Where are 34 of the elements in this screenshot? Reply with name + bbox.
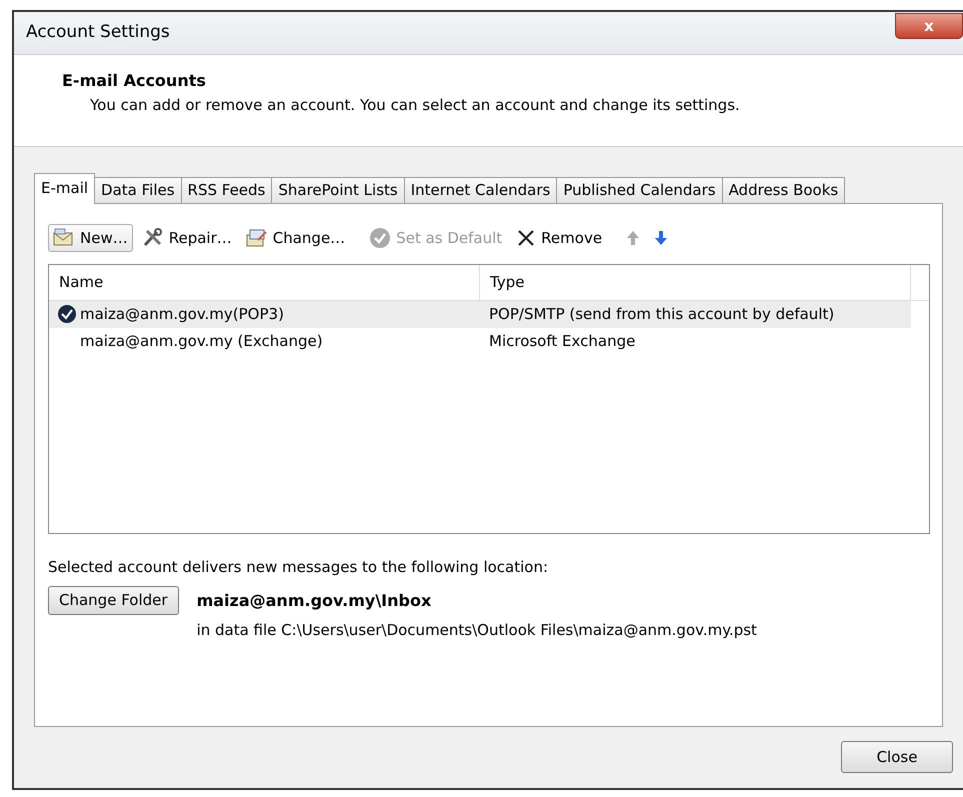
tab[interactable]: E-mail	[34, 172, 96, 204]
check-circle-icon	[369, 226, 392, 249]
account-type: POP/SMTP (send from this account by default)	[488, 304, 834, 325]
repair-button[interactable]: Repair…	[136, 224, 237, 252]
change-folder-button[interactable]: Change Folder	[48, 586, 179, 615]
data-file-path: in data file C:\Users\user\Documents\Outlook Files\maiza@anm.gov.my.pst	[196, 620, 757, 642]
account-name: maiza@anm.gov.my (Exchange)	[80, 331, 323, 352]
remove-button[interactable]: Remove	[511, 224, 608, 252]
folder-path: maiza@anm.gov.my\Inbox	[196, 590, 432, 612]
tools-icon	[142, 228, 164, 248]
tab[interactable]: Address Books	[722, 176, 846, 203]
up-arrow-icon	[626, 230, 640, 246]
tab[interactable]: SharePoint Lists	[271, 176, 405, 203]
close-button[interactable]: Close	[841, 741, 953, 774]
tab[interactable]: Published Calendars	[556, 176, 723, 203]
tab[interactable]: Data Files	[94, 176, 182, 203]
edit-card-icon	[246, 228, 268, 248]
section-title: E-mail Accounts	[62, 71, 207, 90]
section-description: You can add or remove an account. You can select an account and change its settings.	[90, 95, 741, 116]
tab[interactable]: RSS Feeds	[180, 176, 272, 203]
account-type: Microsoft Exchange	[488, 331, 636, 352]
account-row[interactable]: maiza@anm.gov.my (Exchange) Microsoft Exchange	[49, 328, 911, 355]
new-mail-icon	[53, 228, 75, 248]
delivery-label: Selected account delivers new messages to the following location:	[48, 556, 550, 578]
account-name: maiza@anm.gov.my(POP3)	[80, 304, 284, 325]
column-header[interactable]: Type	[480, 264, 911, 300]
down-arrow-icon	[654, 230, 668, 246]
account-row[interactable]: maiza@anm.gov.my(POP3) POP/SMTP (send from this account by default)	[49, 300, 911, 328]
close-icon	[516, 228, 536, 248]
change-button[interactable]: Change…	[240, 224, 350, 252]
column-header[interactable]: Name	[49, 264, 480, 300]
new-button[interactable]: New…	[48, 224, 133, 252]
window-title: Account Settings	[26, 21, 170, 44]
tab[interactable]: Internet Calendars	[404, 176, 558, 203]
